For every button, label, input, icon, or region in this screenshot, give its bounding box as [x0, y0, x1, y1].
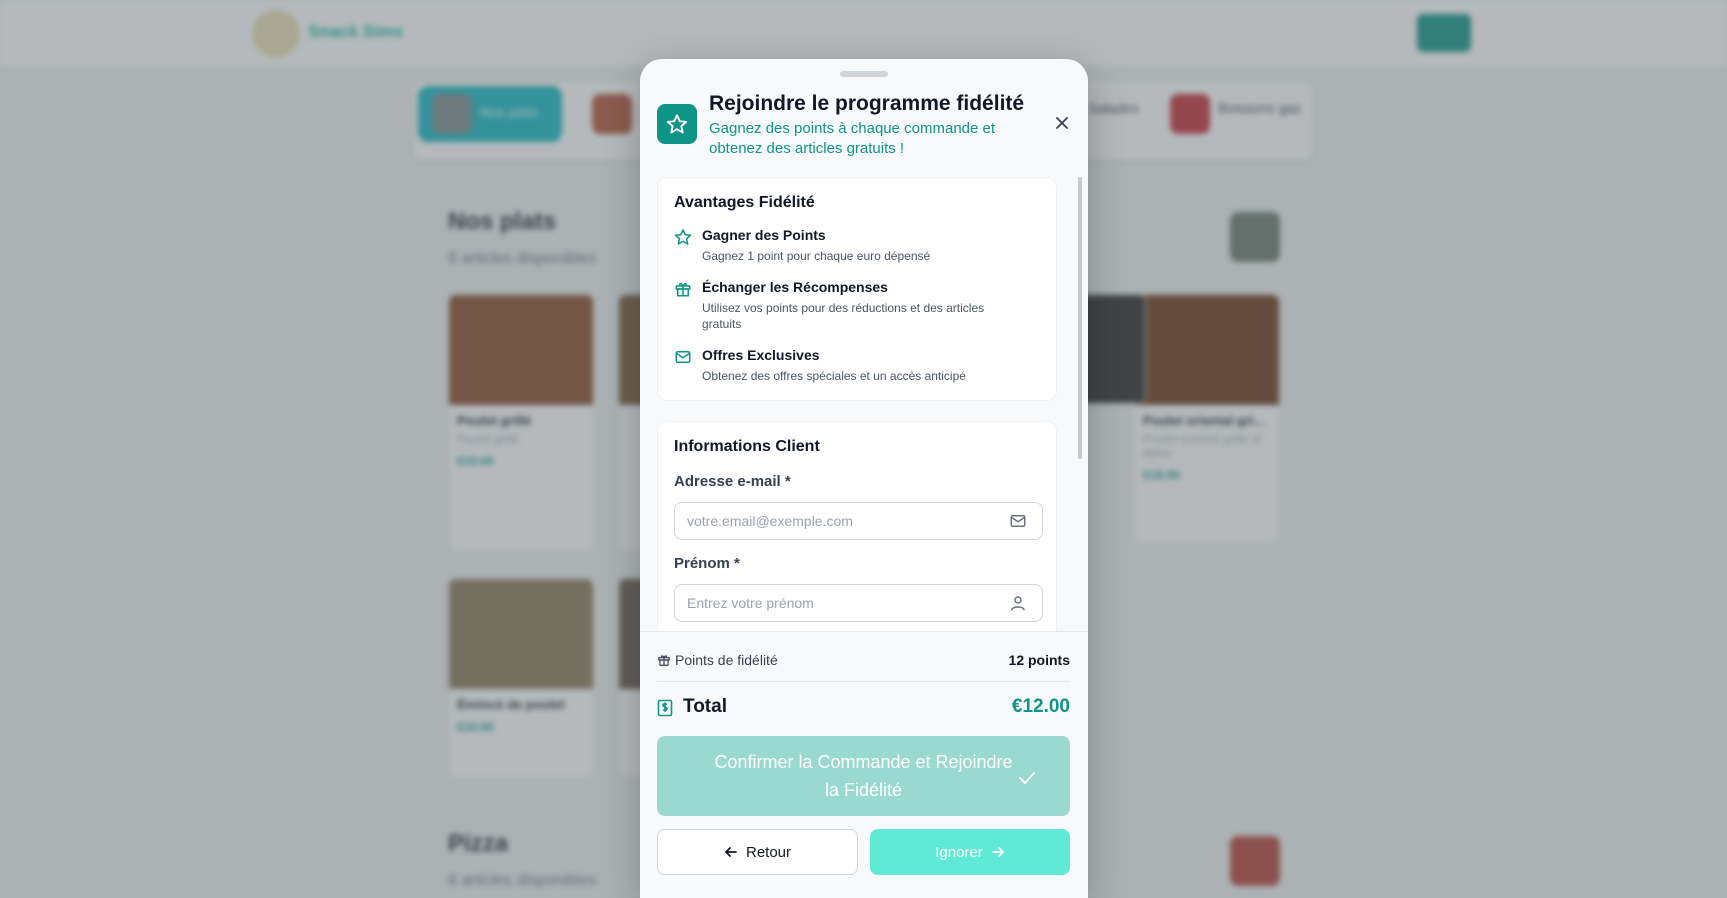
check-icon [1019, 772, 1035, 784]
firstname-label: Prénom * [674, 555, 740, 572]
modal-subtitle: Gagnez des points à chaque commande et o… [709, 120, 996, 157]
client-info-title: Informations Client [674, 438, 820, 455]
receipt-icon [657, 699, 673, 717]
benefit-desc: Obtenez des offres spéciales et un accès… [702, 369, 966, 383]
mail-icon [675, 351, 691, 363]
points-row: Points de fidélité 12 points [657, 650, 1070, 670]
close-icon [1056, 117, 1068, 129]
benefit-item: Échanger les Récompenses Utilisez vos po… [674, 279, 1044, 331]
benefit-item: Offres Exclusives Obtenez des offres spé… [674, 347, 1044, 383]
firstname-input[interactable] [674, 584, 1043, 622]
gift-icon [658, 655, 670, 666]
points-label: Points de fidélité [675, 652, 778, 668]
arrow-left-icon [725, 847, 737, 857]
email-input[interactable] [674, 502, 1043, 540]
modal-title: Rejoindre le programme fidélité [709, 92, 1025, 115]
loyalty-modal: Rejoindre le programme fidélité Gagnez d… [640, 59, 1088, 898]
arrow-right-icon [991, 847, 1004, 857]
benefit-title: Gagner des Points [702, 227, 826, 243]
modal-scroll-area[interactable]: Avantages Fidélité Gagner des Points Gag… [640, 177, 1088, 689]
confirm-join-label: Confirmer la Commande et Rejoindre la Fi… [714, 752, 1013, 800]
scrollbar[interactable] [1078, 177, 1082, 459]
benefit-title: Échanger les Récompenses [702, 279, 888, 295]
benefit-item: Gagner des Points Gagnez 1 point pour ch… [674, 227, 1044, 263]
gift-icon [675, 283, 691, 297]
mail-icon [1010, 515, 1026, 527]
summary-divider [657, 681, 1070, 682]
total-row: Total €12.00 [657, 692, 1070, 724]
drag-handle[interactable] [840, 71, 888, 77]
benefit-title: Offres Exclusives [702, 347, 820, 363]
benefits-title: Avantages Fidélité [674, 194, 815, 211]
skip-button[interactable]: Ignorer [870, 829, 1070, 875]
star-icon [674, 229, 692, 245]
benefit-desc: Gagnez 1 point pour chaque euro dépensé [702, 249, 931, 263]
total-label: Total [683, 696, 727, 717]
email-label: Adresse e-mail * [674, 473, 791, 490]
points-value: 12 points [1008, 652, 1070, 668]
back-button[interactable]: Retour [657, 829, 858, 875]
user-icon [1011, 596, 1025, 611]
order-summary: Points de fidélité 12 points Total €12.0… [640, 631, 1088, 898]
star-icon [657, 104, 697, 144]
total-value: €12.00 [1011, 696, 1070, 717]
benefit-desc: Utilisez vos points pour des réductions … [702, 301, 985, 331]
benefits-card: Avantages Fidélité Gagner des Points Gag… [657, 177, 1057, 401]
confirm-join-button[interactable]: Confirmer la Commande et Rejoindre la Fi… [657, 736, 1070, 816]
close-button[interactable] [1051, 112, 1073, 134]
back-label: Retour [745, 843, 792, 861]
skip-label: Ignorer [935, 843, 983, 861]
